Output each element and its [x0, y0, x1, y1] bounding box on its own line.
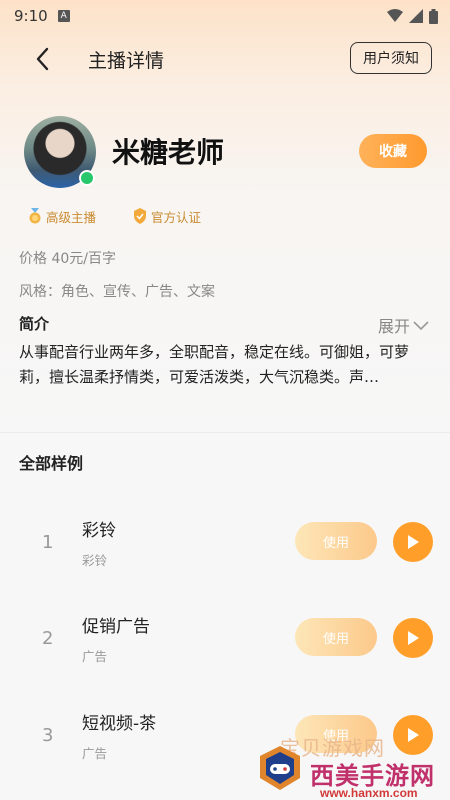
sample-title: 促销广告 [82, 617, 150, 637]
sample-index: 2 [42, 628, 54, 649]
sample-category: 广告 [82, 649, 108, 664]
expand-label: 展开 [378, 317, 411, 336]
use-button[interactable]: 使用 [295, 618, 377, 656]
battery-icon [429, 8, 438, 24]
chevron-down-icon [413, 321, 429, 331]
favorite-button[interactable]: 收藏 [359, 134, 427, 168]
expand-toggle[interactable]: 展开 [378, 313, 430, 337]
sample-index: 3 [42, 725, 54, 746]
back-button[interactable] [28, 44, 58, 74]
badge-label: 官方认证 [151, 209, 202, 225]
status-time: 9:10 [14, 7, 48, 25]
play-icon [408, 535, 419, 549]
use-button[interactable]: 使用 [295, 522, 377, 560]
play-button[interactable] [393, 522, 433, 562]
intro-text: 从事配音行业两年多，全职配音，稳定在线。可御姐，可萝莉，擅长温柔抒情类，可爱活泼… [19, 343, 410, 386]
list-item[interactable]: 1 彩铃 彩铃 使用 [0, 508, 450, 604]
badge-label: 高级主播 [46, 209, 97, 225]
price-text: 价格 40元/百字 [19, 251, 116, 267]
anchor-name: 米糖老师 [112, 136, 225, 169]
sample-category: 广告 [82, 746, 108, 761]
samples-section-title: 全部样例 [19, 454, 84, 473]
watermark-url: www.hanxm.com [320, 786, 418, 800]
app-header: 主播详情 用户须知 [0, 36, 450, 82]
wifi-icon [387, 9, 403, 22]
style-text: 风格：角色、宣传、广告、文案 [19, 284, 215, 300]
sample-title: 彩铃 [82, 521, 116, 541]
status-bar: 9:10 A [0, 0, 450, 32]
intro-title: 简介 [19, 315, 50, 333]
sample-index: 1 [42, 532, 54, 553]
section-divider [0, 432, 450, 433]
sample-title: 短视频-茶 [82, 714, 157, 734]
shield-icon [134, 208, 146, 224]
medal-icon [29, 208, 41, 224]
signal-icon [409, 9, 423, 23]
page-title: 主播详情 [88, 50, 165, 72]
gamepad-logo-icon [260, 746, 300, 790]
watermark: 宝贝游戏网 西美手游网 www.hanxm.com [250, 708, 450, 800]
back-chevron-icon [36, 47, 49, 71]
notification-icon: A [57, 10, 70, 22]
senior-anchor-badge: 高级主播 [28, 205, 96, 227]
sample-category: 彩铃 [82, 553, 108, 568]
official-certified-badge: 官方认证 [133, 205, 201, 227]
list-item[interactable]: 2 促销广告 广告 使用 [0, 604, 450, 700]
online-status-dot [79, 170, 95, 186]
user-notice-button[interactable]: 用户须知 [350, 42, 432, 74]
play-button[interactable] [393, 618, 433, 658]
play-icon [408, 631, 419, 645]
